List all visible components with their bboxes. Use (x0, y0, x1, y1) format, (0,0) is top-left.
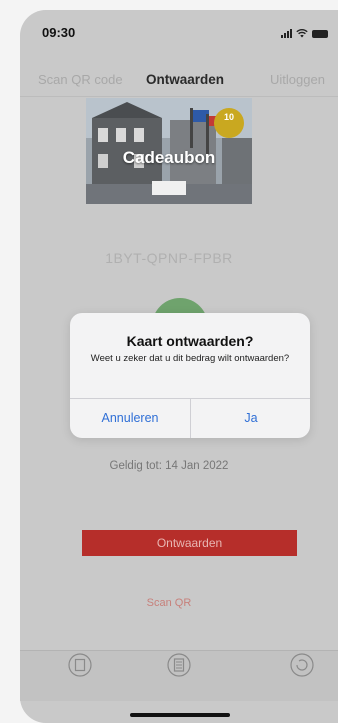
tab-uitloggen[interactable]: Uitloggen (270, 72, 325, 87)
top-tab-bar: Scan QR code Ontwaarden Uitloggen (20, 66, 338, 97)
gift-card-title: Cadeaubon (122, 148, 216, 167)
home-indicator (130, 713, 230, 717)
scan-qr-link[interactable]: Scan QR (0, 597, 338, 609)
document-icon (167, 653, 191, 677)
gift-card-badge: 10 (214, 108, 244, 138)
status-icons (281, 28, 328, 38)
battery-icon (312, 30, 328, 38)
status-time: 09:30 (42, 25, 76, 40)
gift-card-image: Cadeaubon 10 (86, 98, 252, 204)
dialog-title: Kaart ontwaarden? (126, 333, 254, 349)
cellular-signal-icon (281, 29, 292, 38)
nav-item-3[interactable] (262, 653, 338, 680)
confirm-redeem-dialog: Kaart ontwaarden? Weet u zeker dat u dit… (70, 313, 310, 438)
confirm-button[interactable]: Ja (191, 399, 310, 438)
gift-card-badge-number: 10 (223, 112, 234, 122)
nav-item-2[interactable] (139, 653, 219, 680)
voucher-code: 1BYT-QPNP-FPBR (105, 250, 233, 266)
cancel-button[interactable]: Annuleren (70, 399, 190, 438)
bottom-navigation (20, 650, 338, 701)
nav-item-1[interactable] (40, 653, 120, 680)
card-stack-icon (68, 653, 92, 677)
tab-scan-qr-code[interactable]: Scan QR code (38, 72, 123, 87)
tab-ontwaarden[interactable]: Ontwaarden (146, 72, 224, 87)
redeem-button[interactable]: Ontwaarden (82, 530, 297, 556)
status-bar: 09:30 (20, 10, 338, 56)
history-icon (290, 653, 314, 677)
tab-bar-divider (20, 96, 338, 97)
valid-until-text: Geldig tot: 14 Jan 2022 (109, 460, 229, 472)
dialog-message: Weet u zeker dat u dit bedrag wilt ontwa… (90, 353, 290, 364)
gift-card-logo (152, 181, 186, 195)
wifi-icon (296, 28, 308, 38)
